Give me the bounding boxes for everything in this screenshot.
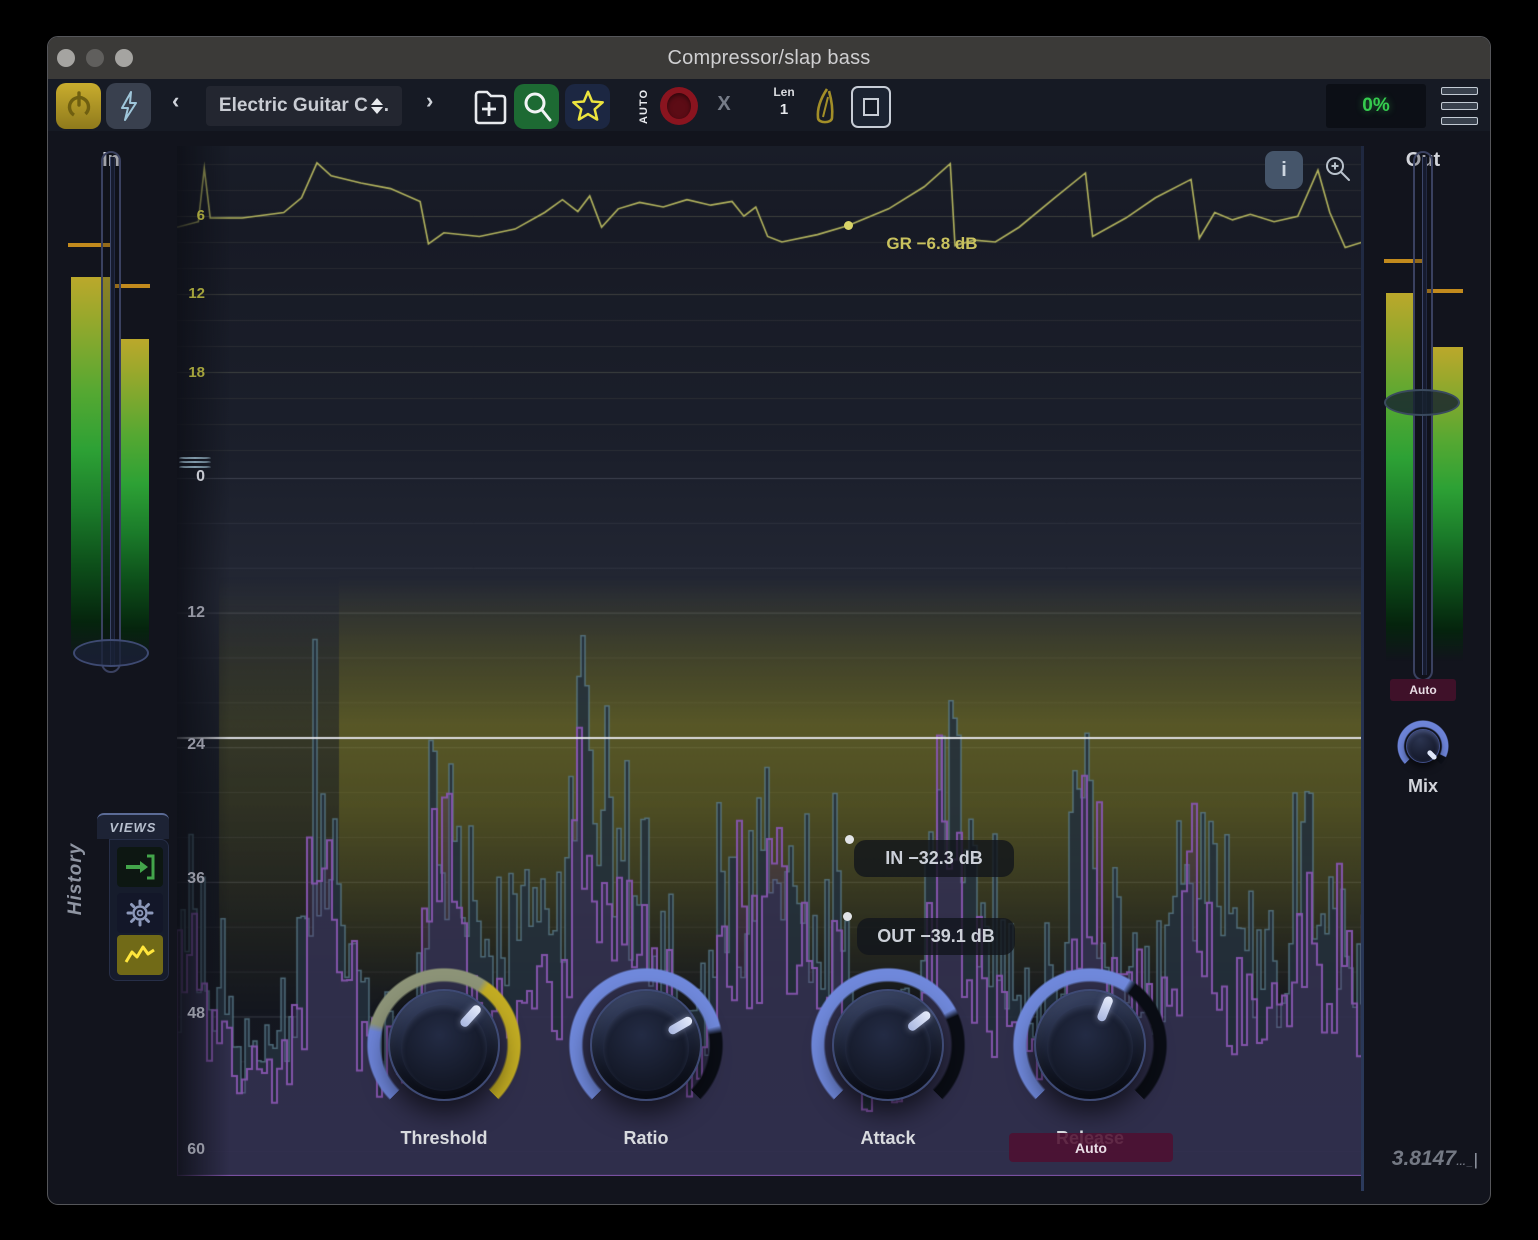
save-preset-button[interactable] bbox=[469, 86, 509, 128]
gr-marker-dot bbox=[844, 221, 853, 230]
section-divider-handle[interactable] bbox=[177, 454, 213, 470]
in-level-readout: IN −32.3 dB bbox=[854, 840, 1014, 877]
record-button[interactable] bbox=[660, 87, 698, 125]
favorite-button[interactable] bbox=[565, 84, 610, 129]
preset-next-button[interactable]: › bbox=[426, 88, 433, 114]
power-button[interactable] bbox=[56, 83, 101, 129]
gr-readout: GR −6.8 dB bbox=[837, 234, 1027, 254]
history-label: History bbox=[65, 819, 89, 939]
toolbar: ‹ Electric Guitar C . › AUTO bbox=[48, 79, 1490, 131]
gear-icon bbox=[126, 899, 154, 927]
quick-compare-button[interactable] bbox=[106, 83, 151, 129]
metronome-icon bbox=[810, 85, 842, 129]
version-suffix: …_ bbox=[1456, 1157, 1474, 1168]
preset-updown-icon bbox=[371, 98, 383, 114]
in-marker-dot bbox=[845, 835, 854, 844]
level-axis-tick: 60 bbox=[179, 1141, 205, 1159]
star-icon bbox=[567, 86, 609, 128]
waveform-canvas[interactable] bbox=[177, 146, 1363, 1176]
auto-vertical-label: AUTO bbox=[638, 89, 650, 124]
arrow-into-bracket-icon bbox=[123, 853, 157, 881]
menu-bar bbox=[1441, 117, 1478, 125]
preset-ellipsis: . bbox=[384, 95, 389, 117]
threshold-knob[interactable] bbox=[366, 967, 522, 1123]
level-axis-tick: 12 bbox=[179, 604, 205, 622]
out-gain-fader-track[interactable] bbox=[1413, 151, 1433, 681]
analyzer-display[interactable]: 6 12 18 0 12 24 36 48 60 GR −6.8 dB IN −… bbox=[177, 146, 1363, 1176]
mix-label: Mix bbox=[1393, 776, 1453, 797]
release-auto-badge[interactable]: Auto bbox=[1009, 1133, 1173, 1162]
record-icon bbox=[667, 93, 691, 119]
views-tab[interactable]: VIEWS bbox=[97, 813, 169, 839]
attack-knob[interactable] bbox=[810, 967, 966, 1123]
level-axis-tick: 36 bbox=[179, 870, 205, 888]
preset-prev-button[interactable]: ‹ bbox=[172, 88, 179, 114]
power-icon bbox=[64, 90, 94, 122]
threshold-knob-body bbox=[388, 989, 500, 1101]
folder-plus-icon bbox=[469, 86, 509, 128]
threshold-label: Threshold bbox=[354, 1128, 534, 1149]
gr-axis-tick: 6 bbox=[179, 207, 205, 224]
version-value: 3.8147 bbox=[1392, 1147, 1456, 1170]
clear-button[interactable]: X bbox=[711, 93, 737, 116]
view-waveform-button[interactable] bbox=[117, 935, 163, 975]
menu-bar bbox=[1441, 87, 1478, 95]
ratio-label: Ratio bbox=[556, 1128, 736, 1149]
level-axis-tick: 24 bbox=[179, 736, 205, 754]
zoom-in-button[interactable] bbox=[1323, 154, 1353, 184]
level-axis-tick: 0 bbox=[179, 468, 205, 486]
out-marker-dot bbox=[843, 912, 852, 921]
version-caret: | bbox=[1474, 1150, 1478, 1169]
menu-button[interactable] bbox=[1441, 87, 1478, 125]
gr-axis-tick: 12 bbox=[179, 285, 205, 302]
preset-selector[interactable]: Electric Guitar C . bbox=[206, 86, 402, 126]
magnifier-plus-icon bbox=[1323, 154, 1353, 184]
out-meter-bar-left bbox=[1386, 293, 1414, 661]
titlebar: Compressor/slap bass bbox=[48, 37, 1490, 80]
preset-search-button[interactable] bbox=[514, 84, 559, 129]
mix-knob[interactable] bbox=[1397, 720, 1449, 772]
len-value: 1 bbox=[762, 101, 806, 118]
in-fader-rod bbox=[110, 157, 115, 667]
search-icon bbox=[518, 88, 556, 126]
preset-name: Electric Guitar C bbox=[219, 95, 368, 117]
out-fader-rod bbox=[1422, 157, 1427, 675]
out-gain-fader-handle[interactable] bbox=[1384, 389, 1460, 416]
waveform-icon bbox=[123, 942, 157, 968]
in-gain-fader-track[interactable] bbox=[101, 151, 121, 673]
level-axis-tick: 48 bbox=[179, 1005, 205, 1023]
attack-label: Attack bbox=[798, 1128, 978, 1149]
view-routing-button[interactable] bbox=[117, 847, 163, 887]
ratio-knob-body bbox=[590, 989, 702, 1101]
len-label: Len bbox=[762, 85, 806, 99]
out-level-readout: OUT −39.1 dB bbox=[857, 918, 1015, 955]
auto-record-toggle[interactable]: AUTO bbox=[633, 83, 655, 129]
global-mix-readout[interactable]: 0% bbox=[1326, 84, 1426, 128]
window-size-button[interactable] bbox=[851, 86, 891, 128]
metronome-button[interactable] bbox=[806, 85, 846, 129]
attack-knob-body bbox=[832, 989, 944, 1101]
info-button[interactable]: i bbox=[1265, 151, 1303, 189]
plugin-window: Compressor/slap bass ‹ Electric Guitar C… bbox=[47, 36, 1491, 1205]
view-settings-button[interactable] bbox=[117, 893, 163, 933]
lightning-icon bbox=[116, 90, 142, 122]
in-meter-bar-right bbox=[119, 339, 149, 661]
gr-axis-tick: 18 bbox=[179, 364, 205, 381]
menu-bar bbox=[1441, 102, 1478, 110]
length-control[interactable]: Len 1 bbox=[762, 85, 806, 118]
release-knob[interactable] bbox=[1012, 967, 1168, 1123]
square-in-square-icon bbox=[863, 98, 879, 116]
version-number: 3.8147…_| bbox=[1378, 1147, 1478, 1171]
release-knob-body bbox=[1034, 989, 1146, 1101]
out-auto-badge[interactable]: Auto bbox=[1390, 679, 1456, 701]
ratio-knob[interactable] bbox=[568, 967, 724, 1123]
display-right-border bbox=[1361, 146, 1364, 1191]
window-title: Compressor/slap bass bbox=[48, 37, 1490, 79]
in-gain-fader-handle[interactable] bbox=[73, 639, 149, 667]
